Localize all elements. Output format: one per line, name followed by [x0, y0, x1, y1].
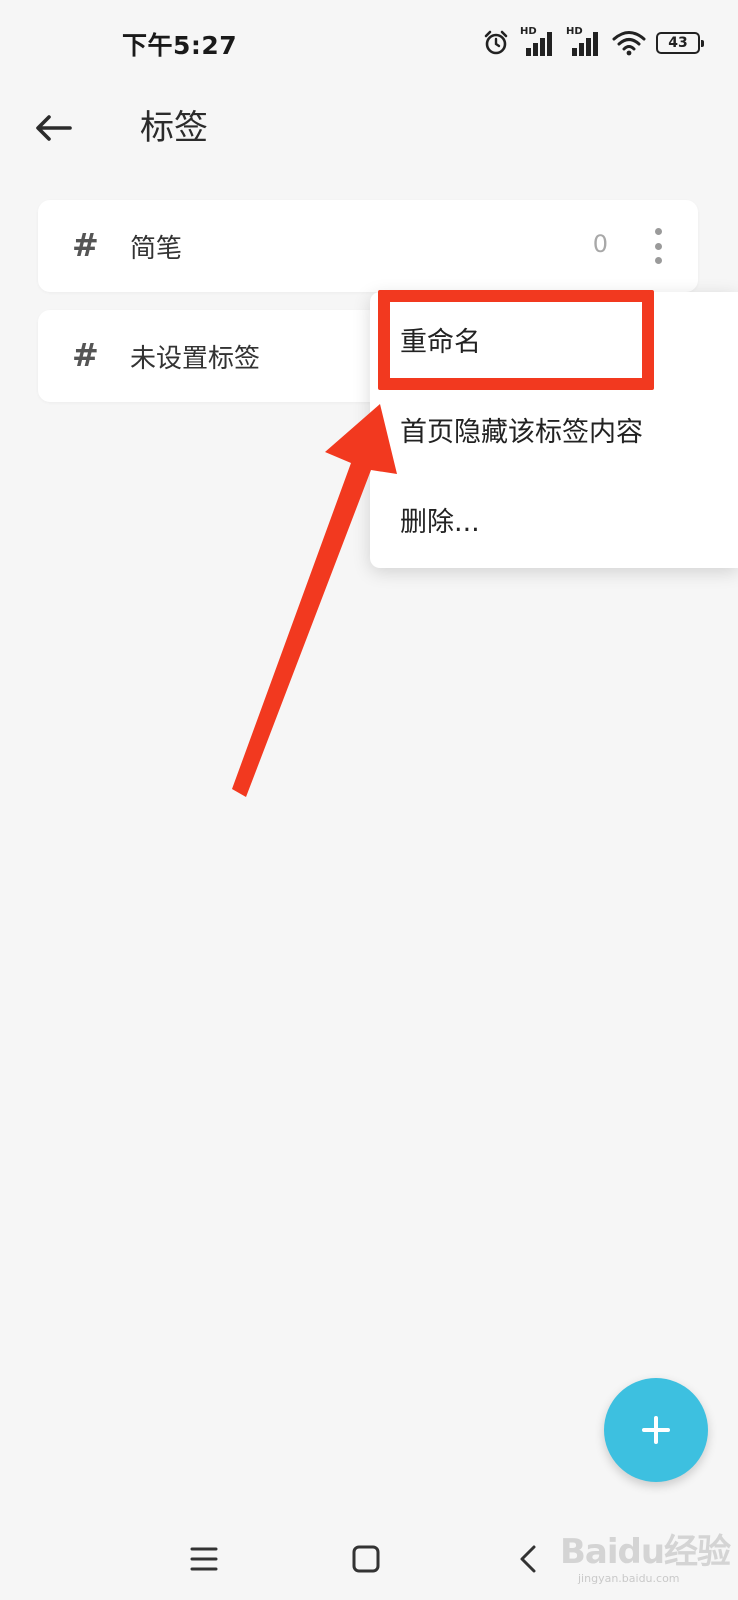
back-button[interactable]: [24, 98, 84, 158]
screen: 下午5:27 HD HD 43 标签 # 简笔 0 # 未设置标签 重命名 首页…: [0, 0, 738, 1600]
nav-home-button[interactable]: [336, 1534, 396, 1584]
wifi-icon: [612, 30, 646, 56]
signal-icon-1: HD: [520, 26, 556, 58]
home-square-icon: [352, 1545, 380, 1573]
status-icons: HD HD 43: [482, 26, 704, 58]
baidu-watermark: Baidu经验: [560, 1532, 731, 1572]
more-dot: [654, 242, 662, 250]
nav-back-button[interactable]: [498, 1534, 558, 1584]
menu-item-hide-on-home[interactable]: 首页隐藏该标签内容: [400, 410, 643, 449]
annotation-highlight-box: [378, 290, 654, 390]
more-dot: [654, 257, 662, 264]
plus-icon: [642, 1416, 670, 1444]
header: 标签: [0, 84, 738, 180]
tag-name: 简笔: [130, 234, 183, 264]
tag-count: 0: [592, 230, 608, 258]
battery-level: 43: [668, 35, 688, 51]
page-title: 标签: [140, 108, 208, 148]
add-tag-button[interactable]: [604, 1378, 708, 1482]
more-options-button[interactable]: [646, 228, 670, 264]
chevron-left-icon: [520, 1545, 536, 1573]
hash-icon: #: [72, 336, 99, 374]
tag-name: 未设置标签: [130, 344, 261, 374]
menu-item-delete[interactable]: 删除...: [400, 500, 480, 539]
battery-icon: 43: [656, 32, 704, 54]
alarm-icon: [482, 29, 510, 57]
more-dot: [654, 228, 662, 235]
menu-icon: [190, 1547, 218, 1571]
signal-icon-2: HD: [566, 26, 602, 58]
tag-item-1[interactable]: # 简笔 0: [38, 200, 698, 292]
baidu-watermark-url: jingyan.baidu.com: [578, 1572, 680, 1585]
status-time: 下午5:27: [122, 31, 238, 60]
status-bar: 下午5:27 HD HD 43: [0, 0, 738, 84]
back-arrow-icon: [36, 115, 72, 141]
nav-menu-button[interactable]: [174, 1534, 234, 1584]
hash-icon: #: [72, 226, 99, 264]
